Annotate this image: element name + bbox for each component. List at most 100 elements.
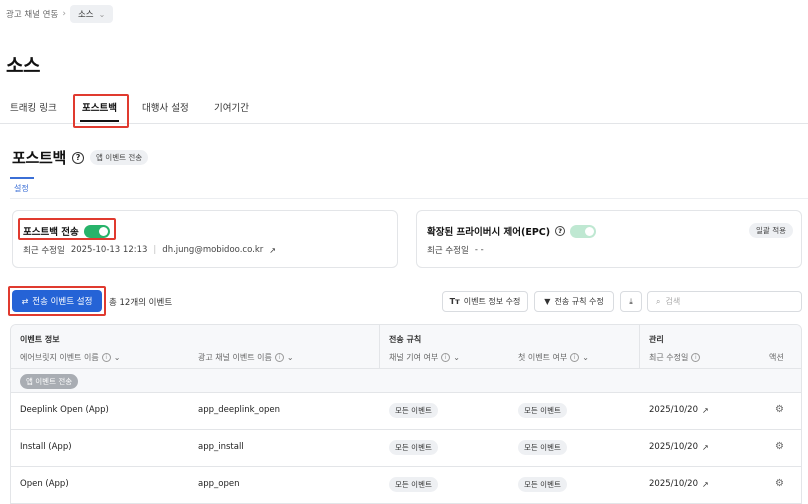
- modified-by: dh.jung@mobidoo.co.kr: [162, 245, 264, 255]
- table-row[interactable]: Deeplink Open (App) app_deeplink_open 모든…: [11, 393, 801, 430]
- tab-agency-settings[interactable]: 대행사 설정: [142, 100, 189, 114]
- modified-date: 2025/10/20: [649, 405, 698, 415]
- tab-attribution-window[interactable]: 기여기간: [214, 100, 249, 114]
- postback-send-label: 포스트백 전송: [23, 227, 79, 238]
- channel-event-name: app_open: [198, 479, 240, 489]
- modified-cell: 2025/10/20 ↗: [649, 442, 709, 452]
- table-header: 이벤트 정보 전송 규칙 관리 에어브릿지 이벤트 이름 i ⌄ 광고 채널 이…: [11, 325, 801, 369]
- col-first-event-label: 첫 이벤트 여부: [518, 353, 568, 362]
- modified-date: 2025/10/20: [649, 442, 698, 452]
- breadcrumb-parent[interactable]: 광고 채널 연동: [6, 8, 58, 20]
- table-group-row: 앱 이벤트 전송: [11, 369, 801, 393]
- table-row[interactable]: Install (App) app_install 모든 이벤트 모든 이벤트 …: [11, 430, 801, 467]
- postback-send-toggle[interactable]: [83, 224, 110, 238]
- settings-sliders-icon: ⇄: [21, 296, 29, 306]
- info-icon: i: [691, 353, 701, 362]
- external-link-icon[interactable]: ↗: [702, 443, 709, 452]
- help-icon[interactable]: ?: [555, 226, 566, 236]
- external-link-icon[interactable]: ↗: [269, 246, 276, 255]
- bulk-apply-badge: 일괄 적용: [749, 223, 793, 238]
- epc-card-meta: 최근 수정일 - -: [427, 244, 484, 256]
- modified-label: 최근 수정일: [427, 246, 469, 256]
- send-event-settings-button[interactable]: ⇄ 전송 이벤트 설정: [12, 290, 102, 312]
- chevron-down-icon: ⌄: [453, 353, 460, 362]
- breadcrumb: 광고 채널 연동 › 소스 ⌄: [6, 4, 114, 24]
- chevron-down-icon: ⌄: [113, 353, 121, 362]
- external-link-icon[interactable]: ↗: [702, 480, 709, 489]
- tab-bar: 트래킹 링크 포스트백 대행사 설정 기여기간: [0, 92, 808, 124]
- col-first-event[interactable]: 첫 이벤트 여부 i ⌄: [518, 352, 589, 363]
- divider: [10, 198, 808, 199]
- meta-separator: |: [153, 245, 157, 255]
- gear-icon[interactable]: ⚙: [775, 478, 784, 489]
- text-format-icon: Tт: [449, 297, 460, 306]
- search-icon: ⌕: [656, 296, 661, 306]
- channel-event-name: app_deeplink_open: [198, 405, 280, 415]
- gear-icon[interactable]: ⚙: [775, 441, 784, 452]
- info-icon: i: [441, 353, 451, 362]
- epc-toggle[interactable]: [570, 224, 597, 238]
- filter-icon: ▼: [544, 297, 551, 306]
- col-modified-label: 최근 수정일: [649, 353, 689, 362]
- header-group-rule: 전송 규칙: [389, 335, 422, 344]
- divider: [379, 325, 380, 369]
- total-events-count: 총 12개의 이벤트: [109, 298, 173, 308]
- send-event-settings-label: 전송 이벤트 설정: [32, 297, 93, 307]
- contribution-pill: 모든 이벤트: [389, 403, 438, 418]
- postback-card-title: 포스트백 전송: [23, 224, 110, 238]
- info-icon: i: [570, 353, 580, 362]
- section-badge: 앱 이벤트 전송: [90, 150, 149, 165]
- table-row[interactable]: Open (App) app_open 모든 이벤트 모든 이벤트 2025/1…: [11, 467, 801, 503]
- modified-cell: 2025/10/20 ↗: [649, 405, 709, 415]
- subtab-indicator: [10, 177, 34, 179]
- download-button[interactable]: ⤓: [620, 291, 642, 312]
- first-event-pill: 모든 이벤트: [518, 440, 567, 455]
- channel-event-name: app_install: [198, 442, 244, 452]
- epc-card: 확장된 프라이버시 제어(EPC) ? 최근 수정일 - - 일괄 적용: [416, 210, 802, 268]
- chevron-down-icon: ⌄: [286, 353, 294, 362]
- modified-value: - -: [474, 245, 484, 255]
- group-label: 앱 이벤트 전송: [20, 374, 79, 389]
- section-header: 포스트백 ? 앱 이벤트 전송: [12, 147, 149, 168]
- tab-postback[interactable]: 포스트백: [80, 100, 119, 122]
- airbridge-event-name: Open (App): [20, 479, 69, 489]
- modified-date: 2025/10/20: [649, 479, 698, 489]
- airbridge-event-name: Install (App): [20, 442, 72, 452]
- breadcrumb-current-dropdown[interactable]: 소스 ⌄: [69, 5, 114, 23]
- search-box[interactable]: ⌕: [647, 291, 802, 312]
- gear-icon[interactable]: ⚙: [775, 404, 784, 415]
- subtab-settings[interactable]: 설정: [14, 183, 29, 194]
- contribution-pill: 모든 이벤트: [389, 440, 438, 455]
- col-channel-event-label: 광고 채널 이벤트 이름: [198, 353, 272, 362]
- modified-label: 최근 수정일: [23, 246, 65, 256]
- breadcrumb-current-label: 소스: [77, 10, 94, 20]
- edit-send-rule-label: 전송 규칙 수정: [554, 297, 604, 306]
- search-input[interactable]: [665, 297, 786, 306]
- epc-label: 확장된 프라이버시 제어(EPC): [427, 227, 551, 238]
- chevron-down-icon: ⌄: [582, 353, 589, 362]
- events-table: 이벤트 정보 전송 규칙 관리 에어브릿지 이벤트 이름 i ⌄ 광고 채널 이…: [10, 324, 802, 504]
- first-event-pill: 모든 이벤트: [518, 403, 567, 418]
- section-title: 포스트백: [12, 149, 67, 167]
- edit-send-rule-button[interactable]: ▼ 전송 규칙 수정: [534, 291, 614, 312]
- col-channel-event[interactable]: 광고 채널 이벤트 이름 i ⌄: [198, 352, 294, 363]
- postback-card: 포스트백 전송 최근 수정일 2025-10-13 12:13 | dh.jun…: [12, 210, 398, 268]
- header-group-manage: 관리: [649, 335, 664, 344]
- postback-card-meta: 최근 수정일 2025-10-13 12:13 | dh.jung@mobido…: [23, 244, 276, 256]
- edit-event-info-label: 이벤트 정보 수정: [463, 297, 521, 306]
- tab-tracking-link[interactable]: 트래킹 링크: [10, 100, 57, 114]
- external-link-icon[interactable]: ↗: [702, 406, 709, 415]
- edit-event-info-button[interactable]: Tт 이벤트 정보 수정: [442, 291, 528, 312]
- page-title: 소스: [6, 55, 40, 77]
- col-contribution[interactable]: 채널 기여 여부 i ⌄: [389, 352, 460, 363]
- contribution-pill: 모든 이벤트: [389, 477, 438, 492]
- download-icon: ⤓: [629, 296, 633, 306]
- col-contribution-label: 채널 기여 여부: [389, 353, 439, 362]
- chevron-down-icon: ⌄: [98, 9, 106, 19]
- chevron-right-icon: ›: [62, 9, 66, 19]
- header-group-event-info: 이벤트 정보: [20, 335, 60, 344]
- help-icon[interactable]: ?: [72, 151, 85, 164]
- divider: [639, 325, 640, 369]
- col-airbridge-event[interactable]: 에어브릿지 이벤트 이름 i ⌄: [20, 352, 120, 363]
- first-event-pill: 모든 이벤트: [518, 477, 567, 492]
